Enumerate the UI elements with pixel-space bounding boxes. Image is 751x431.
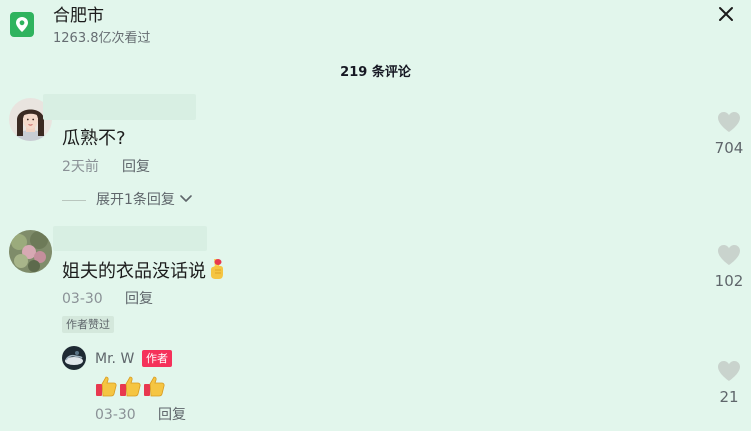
expand-replies-label: 展开1条回复 [96, 192, 175, 208]
reply-button[interactable]: 回复 [122, 158, 150, 176]
avatar[interactable] [62, 346, 86, 370]
like-button[interactable]: 102 [704, 244, 751, 290]
username-redacted[interactable] [53, 226, 207, 251]
chevron-down-icon [179, 191, 193, 209]
username-redacted[interactable] [43, 94, 196, 120]
reply-time: 03-30 [95, 407, 136, 423]
comment-count: 219 条评论 [340, 65, 411, 80]
fingers-crossed-emoji [209, 258, 225, 287]
author-badge: 作者 [142, 350, 172, 367]
thumbs-up-emoji [120, 376, 141, 397]
heart-icon [718, 245, 740, 265]
reply-username[interactable]: Mr. W [95, 350, 134, 368]
location-view-count: 1263.8亿次看过 [53, 31, 151, 46]
heart-icon [718, 361, 740, 381]
author-liked-badge: 作者赞过 [62, 316, 114, 333]
close-icon[interactable] [715, 3, 737, 25]
avatar[interactable] [9, 230, 52, 273]
comment-text: 姐夫的衣品没话说 [62, 258, 225, 287]
reply-emoji-content [95, 375, 167, 397]
like-count: 21 [719, 388, 739, 406]
thumbs-up-emoji [144, 376, 165, 397]
like-count: 704 [714, 139, 744, 157]
thumbs-up-emoji [96, 376, 117, 397]
location-name[interactable]: 合肥市 [53, 5, 104, 27]
comment-time: 2天前 [62, 159, 99, 175]
heart-icon [718, 112, 740, 132]
divider [62, 199, 86, 201]
like-count: 102 [714, 272, 744, 290]
location-pin-icon [10, 12, 34, 37]
like-button[interactable]: 21 [704, 360, 751, 406]
expand-replies-button[interactable]: 展开1条回复 [62, 191, 193, 209]
like-button[interactable]: 704 [704, 111, 751, 157]
reply-button[interactable]: 回复 [158, 406, 186, 424]
comment-text-content: 姐夫的衣品没话说 [62, 261, 206, 282]
comment-text: 瓜熟不? [62, 128, 126, 149]
reply-button[interactable]: 回复 [125, 290, 153, 308]
comment-time: 03-30 [62, 291, 103, 307]
